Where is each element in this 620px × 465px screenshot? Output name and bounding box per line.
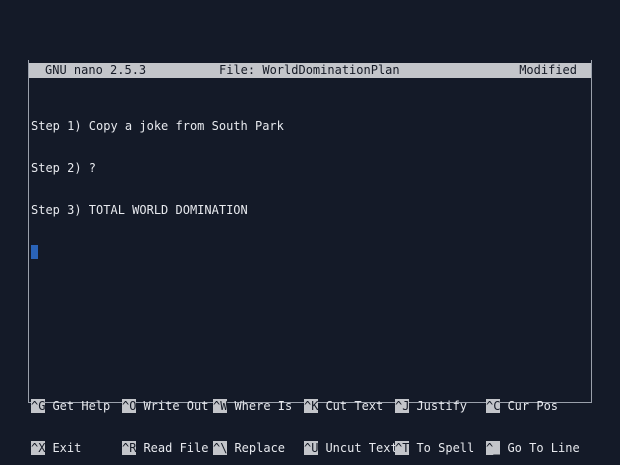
shortcut-label: Where Is xyxy=(234,399,293,413)
shortcut-key: ^T xyxy=(395,441,410,455)
editor-version: GNU nano 2.5.3 xyxy=(45,63,147,77)
shortcut-key: ^C xyxy=(486,399,501,413)
shortcut-label: To Spell xyxy=(416,441,475,455)
shortcut-label: Uncut Text xyxy=(325,441,398,455)
text-line[interactable]: Step 1) Copy a joke from South Park xyxy=(31,119,587,133)
shortcut-bar: ^G Get Help ^O Write Out ^W Where Is ^K Cut … xyxy=(31,371,591,465)
modified-status: Modified xyxy=(519,63,577,77)
shortcut-label: Go To Line xyxy=(507,441,580,455)
shortcut-write-out[interactable]: ^O Write Out xyxy=(122,399,208,413)
shortcut-label: Cur Pos xyxy=(507,399,559,413)
shortcut-cut-text[interactable]: ^K Cut Text xyxy=(304,399,383,413)
shortcut-read-file[interactable]: ^R Read File xyxy=(122,441,208,455)
shortcut-uncut-text[interactable]: ^U Uncut Text xyxy=(304,441,398,455)
shortcut-label: Replace xyxy=(234,441,286,455)
cursor-line[interactable] xyxy=(31,245,587,259)
shortcut-go-to-line[interactable]: ^_ Go To Line xyxy=(486,441,580,455)
shortcut-get-help[interactable]: ^G Get Help xyxy=(31,399,110,413)
text-line[interactable]: Step 3) TOTAL WORLD DOMINATION xyxy=(31,203,587,217)
nano-title-bar: GNU nano 2.5.3 File: WorldDominationPlan… xyxy=(29,63,591,78)
shortcut-key: ^G xyxy=(31,399,46,413)
text-cursor xyxy=(31,245,38,259)
file-name: File: WorldDominationPlan xyxy=(219,63,400,77)
text-line[interactable]: Step 2) ? xyxy=(31,161,587,175)
shortcut-key: ^R xyxy=(122,441,137,455)
terminal-window: GNU nano 2.5.3 File: WorldDominationPlan… xyxy=(28,60,592,455)
shortcut-justify[interactable]: ^J Justify xyxy=(395,399,467,413)
shortcut-to-spell[interactable]: ^T To Spell xyxy=(395,441,474,455)
shortcut-key: ^X xyxy=(31,441,46,455)
shortcut-key: ^_ xyxy=(486,441,501,455)
shortcut-label: Exit xyxy=(52,441,82,455)
shortcut-key: ^K xyxy=(304,399,319,413)
shortcut-row: ^X Exit ^R Read File ^\ Replace ^U Uncut Tex… xyxy=(31,441,591,455)
shortcut-label: Get Help xyxy=(52,399,111,413)
text-editor-area[interactable]: Step 1) Copy a joke from South Park Step… xyxy=(31,91,587,287)
shortcut-key: ^U xyxy=(304,441,319,455)
shortcut-row: ^G Get Help ^O Write Out ^W Where Is ^K Cut … xyxy=(31,399,591,413)
shortcut-label: Cut Text xyxy=(325,399,384,413)
shortcut-replace[interactable]: ^\ Replace xyxy=(213,441,285,455)
shortcut-label: Write Out xyxy=(143,399,209,413)
shortcut-key: ^W xyxy=(213,399,228,413)
shortcut-label: Justify xyxy=(416,399,468,413)
shortcut-exit[interactable]: ^X Exit xyxy=(31,441,81,455)
shortcut-cur-pos[interactable]: ^C Cur Pos xyxy=(486,399,558,413)
shortcut-key: ^J xyxy=(395,399,410,413)
shortcut-where-is[interactable]: ^W Where Is xyxy=(213,399,292,413)
shortcut-key: ^O xyxy=(122,399,137,413)
shortcut-key: ^\ xyxy=(213,441,228,455)
shortcut-label: Read File xyxy=(143,441,209,455)
